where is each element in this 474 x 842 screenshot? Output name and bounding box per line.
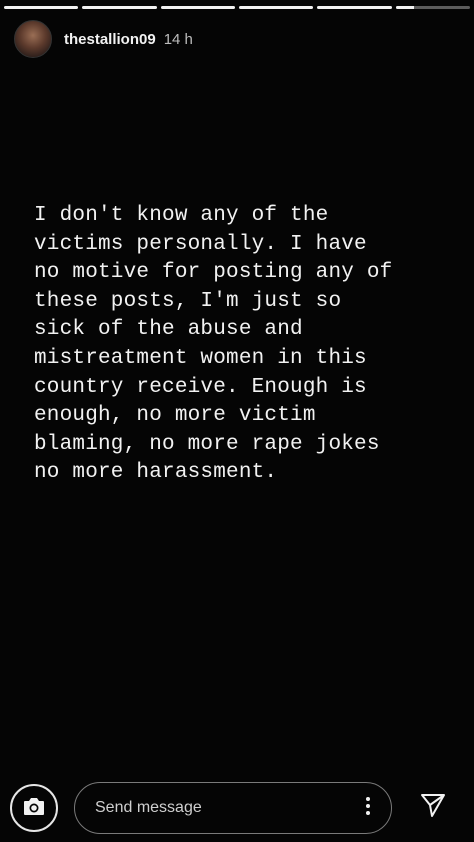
progress-fill: [238, 6, 314, 9]
progress-fill: [82, 6, 157, 9]
progress-fill: [160, 6, 235, 9]
story-progress-bar: [4, 6, 470, 9]
story-text: I don't know any of the victims personal…: [34, 204, 393, 485]
progress-segment: [82, 6, 157, 9]
more-vertical-icon: [365, 796, 371, 821]
progress-segment: [160, 6, 235, 9]
camera-button[interactable]: [10, 784, 58, 832]
progress-fill: [395, 6, 415, 9]
send-message-input[interactable]: [93, 798, 351, 818]
camera-icon: [22, 796, 46, 821]
progress-segment: [4, 6, 79, 9]
message-field[interactable]: [74, 782, 392, 834]
post-time: 14 h: [163, 30, 193, 48]
story-footer: [0, 772, 474, 842]
progress-segment: [395, 6, 470, 9]
send-button[interactable]: [414, 788, 452, 826]
story-header: thestallion09 14 h: [14, 18, 460, 60]
progress-segment: [317, 6, 392, 9]
more-options-button[interactable]: [351, 791, 385, 825]
progress-segment: [238, 6, 314, 9]
progress-fill: [317, 6, 392, 9]
avatar[interactable]: [14, 20, 52, 58]
send-icon: [419, 791, 447, 824]
username[interactable]: thestallion09: [64, 31, 156, 48]
progress-fill: [4, 6, 79, 9]
